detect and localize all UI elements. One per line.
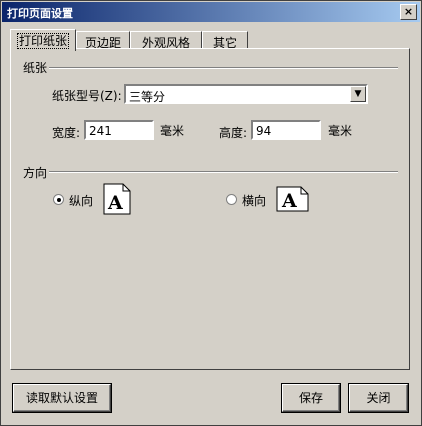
tab-label: 打印纸张 <box>16 33 70 49</box>
width-input[interactable]: 241 <box>84 120 154 140</box>
close-button[interactable]: 关闭 <box>349 384 408 412</box>
landscape-icon-letter: A <box>281 190 297 212</box>
title-bar[interactable]: 打印页面设置 × <box>2 2 420 22</box>
orientation-section-divider <box>49 171 398 173</box>
paper-section-title: 纸张 <box>23 61 48 75</box>
paper-type-value: 三等分 <box>129 90 166 104</box>
paper-section-divider <box>49 67 398 69</box>
load-defaults-button[interactable]: 读取默认设置 <box>13 384 111 412</box>
window-title: 打印页面设置 <box>7 7 73 20</box>
close-window-button[interactable]: × <box>400 4 417 20</box>
landscape-radio[interactable] <box>226 194 237 205</box>
orientation-section-title: 方向 <box>23 166 48 180</box>
height-unit: 毫米 <box>328 124 353 138</box>
portrait-radio[interactable] <box>53 194 64 205</box>
print-page-setup-dialog: 打印页面设置 × 打印纸张 页边距 外观风格 其它 纸张 纸张型号(Z): 三等… <box>0 0 422 426</box>
portrait-label: 纵向 <box>69 194 94 208</box>
portrait-page-icon: A <box>103 183 131 215</box>
landscape-page-icon: A <box>276 186 309 212</box>
save-button[interactable]: 保存 <box>282 384 340 412</box>
tab-print-paper[interactable]: 打印纸张 <box>10 29 76 51</box>
landscape-label: 横向 <box>242 194 267 208</box>
height-label: 高度: <box>219 126 248 140</box>
portrait-icon-letter: A <box>107 192 123 214</box>
paper-type-label: 纸张型号(Z): <box>52 89 122 103</box>
paper-type-select[interactable]: 三等分 ▼ <box>124 84 368 104</box>
width-label: 宽度: <box>52 126 81 140</box>
radio-selected-dot <box>57 198 61 202</box>
height-input[interactable]: 94 <box>251 120 321 140</box>
chevron-down-icon[interactable]: ▼ <box>350 86 366 102</box>
width-unit: 毫米 <box>160 124 185 138</box>
